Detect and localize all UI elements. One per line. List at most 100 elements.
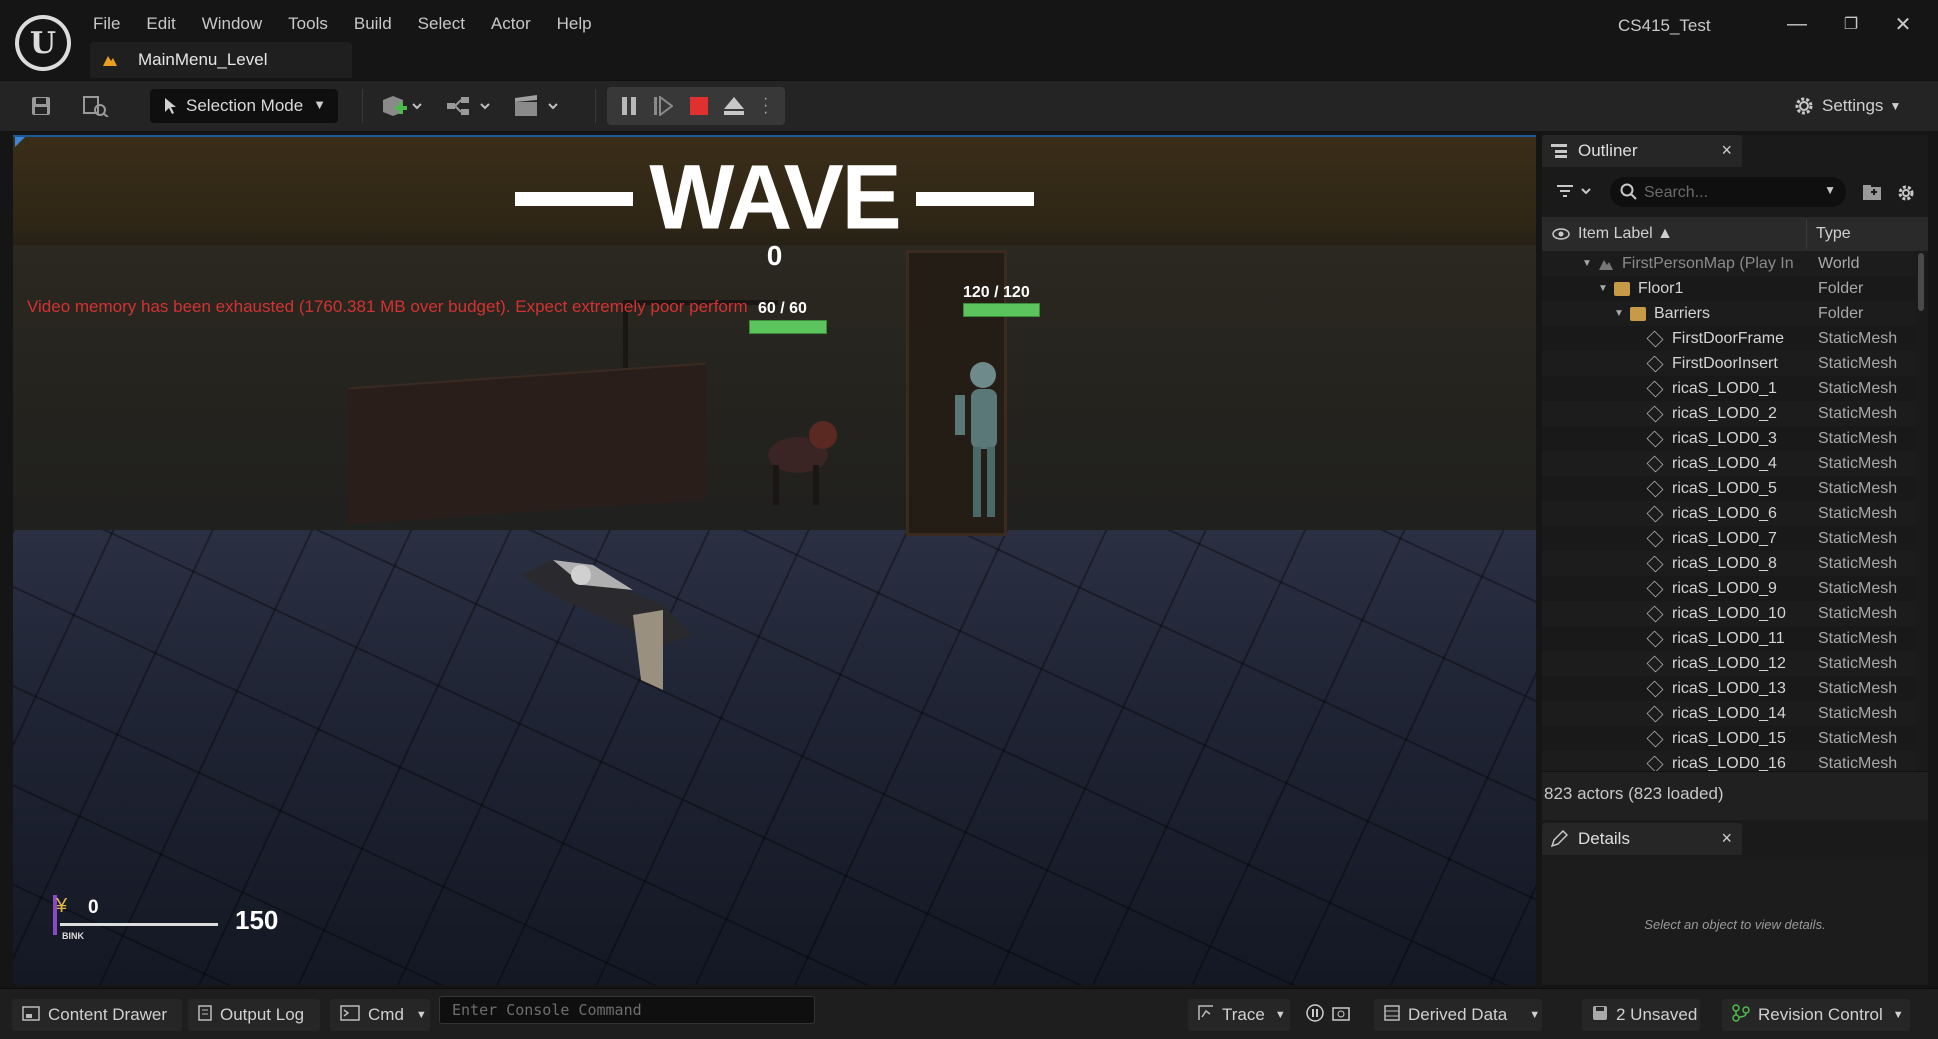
tree-row-mesh[interactable]: ricaS_LOD0_14 StaticMesh	[1542, 701, 1916, 726]
filter-icon[interactable]	[1556, 183, 1596, 204]
tree-row-mesh[interactable]: ricaS_LOD0_6 StaticMesh	[1542, 501, 1916, 526]
tree-row-label: ricaS_LOD0_16	[1672, 754, 1786, 772]
enemy-health-text: 60 / 60	[758, 300, 807, 317]
static-mesh-icon	[1646, 730, 1664, 747]
level-tab[interactable]: MainMenu_Level	[90, 42, 352, 78]
tree-row-mesh[interactable]: ricaS_LOD0_9 StaticMesh	[1542, 576, 1916, 601]
unreal-logo-icon[interactable]: U	[15, 15, 71, 71]
menu-help[interactable]: Help	[544, 10, 605, 38]
column-type[interactable]: Type	[1816, 225, 1851, 243]
settings-button[interactable]: Settings ▼	[1792, 91, 1901, 121]
chevron-down-icon: ▼	[313, 97, 326, 112]
tab-details[interactable]: Details ×	[1542, 823, 1742, 855]
tree-row-label: ricaS_LOD0_1	[1672, 379, 1777, 397]
menu-file[interactable]: File	[80, 10, 133, 38]
tree-row-mesh[interactable]: ricaS_LOD0_5 StaticMesh	[1542, 476, 1916, 501]
menu-window[interactable]: Window	[189, 10, 275, 38]
browse-icon[interactable]	[82, 91, 110, 121]
trace-icon	[1198, 1004, 1214, 1026]
cmd-dropdown[interactable]: Cmd ▼	[330, 999, 430, 1031]
pause-icon[interactable]	[619, 96, 639, 121]
selection-mode-dropdown[interactable]: Selection Mode ▼	[150, 89, 338, 123]
gear-icon	[1795, 97, 1813, 115]
tree-row-mesh[interactable]: ricaS_LOD0_15 StaticMesh	[1542, 726, 1916, 751]
wave-title: WAVE	[649, 146, 901, 249]
tree-row-mesh[interactable]: FirstDoorFrame StaticMesh	[1542, 326, 1916, 351]
output-log-label: Output Log	[220, 1005, 305, 1024]
restore-button[interactable]: ❐	[1836, 12, 1866, 36]
chevron-down-icon: ▼	[415, 1009, 427, 1021]
tree-row-mesh[interactable]: ricaS_LOD0_10 StaticMesh	[1542, 601, 1916, 626]
cinematics-icon[interactable]	[512, 91, 562, 121]
tree-row-folder[interactable]: ▼ Barriers Folder	[1542, 301, 1916, 326]
column-divider[interactable]	[1806, 219, 1807, 249]
tree-row-mesh[interactable]: ricaS_LOD0_8 StaticMesh	[1542, 551, 1916, 576]
expand-arrow-icon[interactable]: ▼	[1614, 308, 1624, 319]
tree-row-type: StaticMesh	[1818, 604, 1898, 622]
tree-row-mesh[interactable]: ricaS_LOD0_12 StaticMesh	[1542, 651, 1916, 676]
tree-row-folder[interactable]: ▼ Floor1 Folder	[1542, 276, 1916, 301]
video-memory-warning: Video memory has been exhausted (1760.38…	[27, 297, 748, 316]
static-mesh-icon	[1646, 580, 1664, 597]
tree-row-mesh[interactable]: ricaS_LOD0_2 StaticMesh	[1542, 401, 1916, 426]
revision-control-dropdown[interactable]: Revision Control ▼	[1722, 999, 1910, 1031]
tree-row-mesh[interactable]: ricaS_LOD0_7 StaticMesh	[1542, 526, 1916, 551]
record-icon[interactable]	[1306, 1003, 1324, 1027]
tree-row-mesh[interactable]: ricaS_LOD0_16 StaticMesh	[1542, 751, 1916, 771]
menu-build[interactable]: Build	[341, 10, 405, 38]
visibility-icon[interactable]	[1552, 228, 1570, 240]
gear-icon[interactable]	[1896, 183, 1916, 208]
menu-select[interactable]: Select	[405, 10, 478, 38]
minimize-button[interactable]: —	[1782, 12, 1812, 36]
tree-row-mesh[interactable]: ricaS_LOD0_13 StaticMesh	[1542, 676, 1916, 701]
stop-icon[interactable]	[689, 96, 709, 121]
tree-row-mesh[interactable]: ricaS_LOD0_4 StaticMesh	[1542, 451, 1916, 476]
tree-row-mesh[interactable]: FirstDoorInsert StaticMesh	[1542, 351, 1916, 376]
pencil-icon	[1550, 830, 1568, 848]
console-command-field[interactable]	[439, 996, 815, 1024]
tree-row-mesh[interactable]: ricaS_LOD0_3 StaticMesh	[1542, 426, 1916, 451]
viewport-border	[13, 135, 1536, 137]
output-log-button[interactable]: Output Log	[188, 999, 320, 1031]
close-icon[interactable]: ×	[1721, 828, 1732, 849]
save-icon[interactable]	[28, 91, 54, 121]
add-folder-icon[interactable]	[1862, 183, 1882, 206]
console-input[interactable]	[450, 999, 804, 1021]
column-item-label[interactable]: Item Label ▲	[1578, 225, 1673, 243]
search-input[interactable]	[1642, 181, 1826, 205]
tree-row-label: ricaS_LOD0_6	[1672, 504, 1777, 522]
player-hud: ¥ 0 BINK 150	[38, 895, 298, 955]
chevron-down-icon: ▼	[1892, 1009, 1904, 1021]
step-icon[interactable]	[653, 95, 674, 121]
outliner-search[interactable]: ▼	[1610, 177, 1846, 207]
unsaved-button[interactable]: 2 Unsaved	[1582, 999, 1700, 1031]
menu-edit[interactable]: Edit	[133, 10, 188, 38]
close-icon[interactable]: ×	[1721, 140, 1732, 161]
tree-row-mesh[interactable]: ricaS_LOD0_1 StaticMesh	[1542, 376, 1916, 401]
chevron-down-icon[interactable]: ▼	[1824, 183, 1836, 197]
static-mesh-icon	[1646, 530, 1664, 547]
tab-outliner[interactable]: Outliner ×	[1542, 135, 1742, 167]
add-actor-icon[interactable]	[380, 91, 426, 121]
tree-row-world[interactable]: ▼ FirstPersonMap (Play In World	[1542, 251, 1916, 276]
derived-data-dropdown[interactable]: Derived Data ▼	[1374, 999, 1542, 1031]
menu-tools[interactable]: Tools	[275, 10, 341, 38]
trace-dropdown[interactable]: Trace ▼	[1188, 999, 1290, 1031]
derived-data-icon	[1384, 1004, 1400, 1026]
menu-actor[interactable]: Actor	[478, 10, 544, 38]
derived-data-label: Derived Data	[1408, 1005, 1508, 1024]
close-button[interactable]: ✕	[1888, 12, 1918, 36]
expand-arrow-icon[interactable]: ▼	[1598, 283, 1608, 294]
screenshot-icon[interactable]	[1332, 1005, 1350, 1026]
level-viewport[interactable]: WAVE 0 Video memory has been exhausted (…	[13, 135, 1536, 985]
content-drawer-button[interactable]: Content Drawer	[12, 999, 182, 1031]
tree-row-type: StaticMesh	[1818, 429, 1898, 447]
blueprint-icon[interactable]	[444, 91, 494, 121]
more-options-icon[interactable]: · · ·	[763, 91, 768, 121]
outliner-scrollbar[interactable]	[1918, 253, 1924, 311]
expand-arrow-icon[interactable]: ▼	[1582, 258, 1592, 269]
outliner-icon	[1551, 144, 1567, 158]
tree-row-mesh[interactable]: ricaS_LOD0_11 StaticMesh	[1542, 626, 1916, 651]
actor-count-bar: 823 actors (823 loaded)	[1542, 771, 1928, 820]
eject-icon[interactable]	[723, 96, 745, 121]
